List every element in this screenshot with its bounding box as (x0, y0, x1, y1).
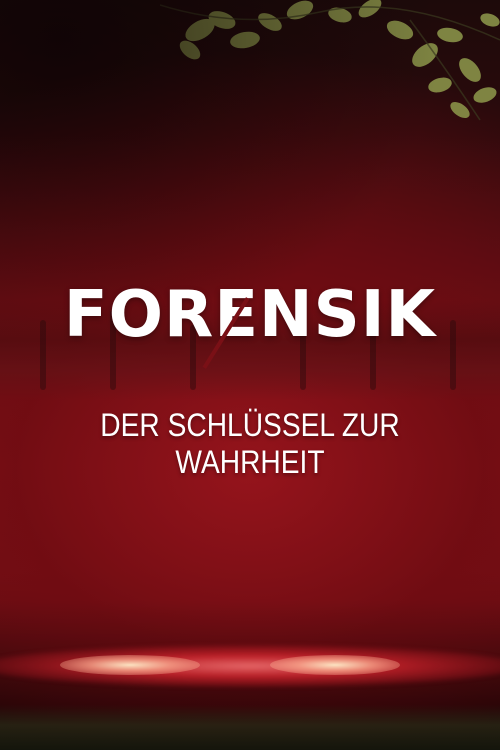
poster-title: FORENSIK (63, 278, 437, 352)
poster-subtitle: DER SCHLÜSSEL ZUR WAHRHEIT (100, 407, 400, 480)
light-hotspot-right (270, 655, 400, 675)
poster-image: FORENSIK DER SCHLÜSSEL ZUR WAHRHEIT (0, 0, 500, 750)
dark-vignette (0, 0, 500, 750)
light-hotspot-left (60, 655, 200, 675)
grass-foreground (0, 705, 500, 750)
